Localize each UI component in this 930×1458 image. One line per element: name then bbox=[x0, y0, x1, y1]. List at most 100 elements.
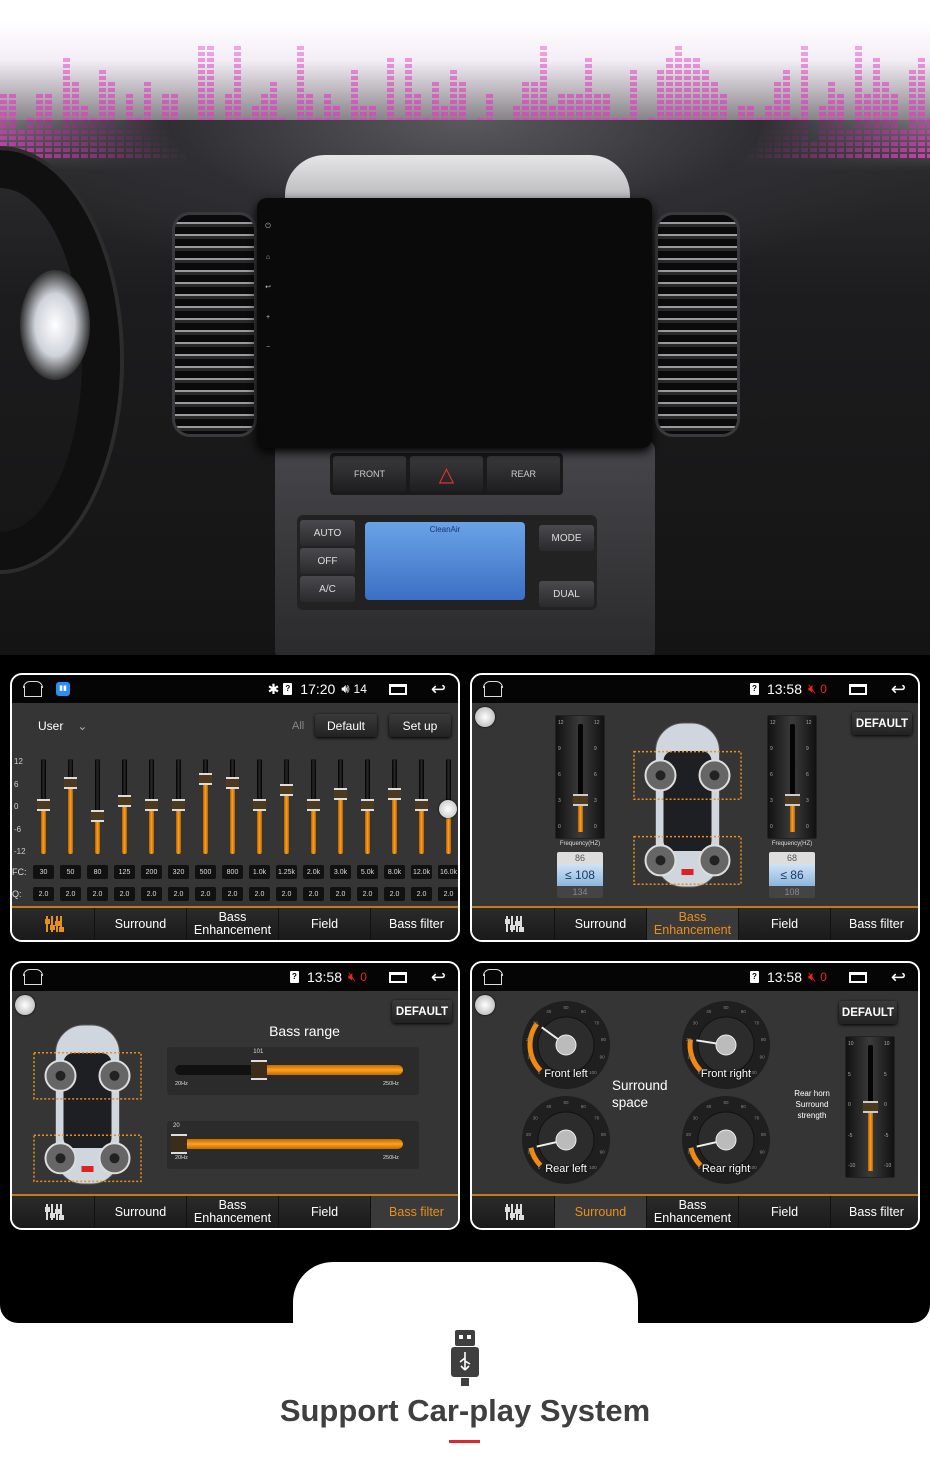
floating-assist-button[interactable] bbox=[475, 707, 495, 727]
tab-field[interactable]: Field bbox=[738, 1196, 830, 1228]
tab-bass-filter[interactable]: Bass filter bbox=[830, 1196, 918, 1228]
slider-handle[interactable] bbox=[171, 1134, 187, 1154]
eq-slider-3.0k[interactable] bbox=[334, 759, 347, 854]
slider-handle[interactable] bbox=[253, 799, 266, 811]
tab-equalizer[interactable] bbox=[12, 1196, 94, 1228]
home-icon[interactable] bbox=[483, 680, 503, 697]
slider-handle[interactable] bbox=[388, 787, 401, 800]
slider-handle[interactable] bbox=[226, 776, 239, 789]
banner-bar bbox=[450, 88, 457, 92]
slider-handle[interactable] bbox=[64, 776, 77, 789]
slider-handle[interactable] bbox=[280, 784, 293, 796]
slider-handle[interactable] bbox=[573, 793, 588, 806]
slider-handle[interactable] bbox=[863, 1101, 878, 1113]
eq-slider-50[interactable] bbox=[64, 759, 77, 854]
tab-equalizer[interactable] bbox=[12, 908, 94, 940]
slider-handle[interactable] bbox=[118, 795, 131, 808]
slider-handle[interactable] bbox=[334, 787, 347, 800]
eq-slider-80[interactable] bbox=[91, 759, 104, 854]
slider-handle[interactable] bbox=[361, 799, 374, 811]
tab-bass-enhancement[interactable]: Bass Enhancement bbox=[186, 1196, 278, 1228]
slider-knob[interactable] bbox=[439, 799, 457, 818]
default-button[interactable]: DEFAULT bbox=[392, 1000, 452, 1023]
banner-bar bbox=[783, 82, 790, 86]
next-value[interactable]: 108 bbox=[769, 886, 815, 898]
back-icon[interactable]: ↩ bbox=[431, 679, 446, 700]
recents-icon[interactable] bbox=[848, 971, 867, 983]
setup-button[interactable]: Set up bbox=[389, 714, 451, 737]
tab-equalizer[interactable] bbox=[472, 1196, 554, 1228]
recents-icon[interactable] bbox=[388, 971, 407, 983]
eq-slider-320[interactable] bbox=[172, 759, 185, 854]
recents-icon[interactable] bbox=[388, 683, 407, 695]
tab-bass-enhancement[interactable]: Bass Enhancement bbox=[646, 1196, 738, 1228]
tab-surround[interactable]: Surround bbox=[554, 1196, 646, 1228]
slider-handle[interactable] bbox=[199, 772, 212, 785]
prev-value[interactable]: 68 bbox=[769, 852, 815, 864]
eq-slider-200[interactable] bbox=[145, 759, 158, 854]
tab-field[interactable]: Field bbox=[738, 908, 830, 940]
selected-value[interactable]: ≤ 108 bbox=[557, 864, 603, 886]
floating-assist-button[interactable] bbox=[15, 995, 35, 1015]
recents-icon[interactable] bbox=[848, 683, 867, 695]
tab-surround[interactable]: Surround bbox=[94, 1196, 186, 1228]
left-frequency-picker[interactable]: 86 ≤ 108 134 bbox=[557, 852, 603, 898]
surround-strength-slider[interactable]: 10 10 5 5 0 0 -5 -5 -10 -10 bbox=[845, 1036, 895, 1178]
slider-handle[interactable] bbox=[145, 799, 158, 811]
banner-bar bbox=[855, 52, 862, 56]
slider-handle[interactable] bbox=[251, 1060, 268, 1080]
tab-bass-enhancement[interactable]: Bass Enhancement bbox=[646, 908, 738, 940]
banner-bar bbox=[801, 112, 808, 116]
home-icon[interactable] bbox=[23, 680, 43, 697]
eq-slider-800[interactable] bbox=[226, 759, 239, 854]
tab-bass-filter[interactable]: Bass filter bbox=[370, 1196, 458, 1228]
back-icon[interactable]: ↩ bbox=[891, 967, 906, 988]
slider-handle[interactable] bbox=[91, 810, 104, 823]
eq-slider-8.0k[interactable] bbox=[388, 759, 401, 854]
tab-bass-enhancement[interactable]: Bass Enhancement bbox=[186, 908, 278, 940]
default-button[interactable]: DEFAULT bbox=[852, 712, 912, 735]
slider-handle[interactable] bbox=[785, 793, 800, 806]
eq-slider-16.0k[interactable] bbox=[439, 759, 457, 854]
back-icon[interactable]: ↩ bbox=[431, 967, 446, 988]
floating-assist-button[interactable] bbox=[475, 995, 495, 1015]
banner-bar bbox=[801, 88, 808, 92]
eq-slider-1.25k[interactable] bbox=[280, 759, 293, 854]
banner-bar bbox=[360, 106, 367, 110]
tab-field[interactable]: Field bbox=[278, 1196, 370, 1228]
tab-equalizer[interactable] bbox=[472, 908, 554, 940]
home-icon[interactable] bbox=[483, 968, 503, 985]
next-value[interactable]: 134 bbox=[557, 886, 603, 898]
home-icon[interactable] bbox=[23, 968, 43, 985]
selected-value[interactable]: ≤ 86 bbox=[769, 864, 815, 886]
slider-handle[interactable] bbox=[37, 799, 50, 811]
right-frequency-picker[interactable]: 68 ≤ 86 108 bbox=[769, 852, 815, 898]
eq-slider-2.0k[interactable] bbox=[307, 759, 320, 854]
tab-surround[interactable]: Surround bbox=[554, 908, 646, 940]
bass-range-slider-rear[interactable]: 20 20Hz 250Hz bbox=[167, 1121, 419, 1169]
slider-handle[interactable] bbox=[307, 799, 320, 811]
preset-dropdown[interactable]: User ⌄ bbox=[38, 719, 87, 733]
tab-bass-filter[interactable]: Bass filter bbox=[370, 908, 458, 940]
default-button[interactable]: DEFAULT bbox=[839, 1001, 897, 1024]
slider-handle[interactable] bbox=[172, 799, 185, 811]
eq-slider-500[interactable] bbox=[199, 759, 212, 854]
eq-slider-125[interactable] bbox=[118, 759, 131, 854]
app-icon[interactable]: ▮▮ bbox=[56, 682, 70, 696]
eq-slider-1.0k[interactable] bbox=[253, 759, 266, 854]
tab-field[interactable]: Field bbox=[278, 908, 370, 940]
all-label[interactable]: All bbox=[292, 720, 304, 732]
back-icon[interactable]: ↩ bbox=[891, 679, 906, 700]
bass-range-slider-front[interactable]: 101 20Hz 250Hz bbox=[167, 1047, 419, 1095]
slider-track bbox=[171, 1134, 403, 1154]
eq-slider-30[interactable] bbox=[37, 759, 50, 854]
eq-slider-5.0k[interactable] bbox=[361, 759, 374, 854]
right-bass-slider[interactable]: 12 12 9 9 6 6 3 3 0 0 bbox=[767, 715, 817, 839]
eq-slider-12.0k[interactable] bbox=[415, 759, 428, 854]
tab-surround[interactable]: Surround bbox=[94, 908, 186, 940]
tab-bass-filter[interactable]: Bass filter bbox=[830, 908, 918, 940]
slider-handle[interactable] bbox=[415, 799, 428, 811]
default-button[interactable]: Default bbox=[315, 714, 377, 737]
prev-value[interactable]: 86 bbox=[557, 852, 603, 864]
left-bass-slider[interactable]: 12 12 9 9 6 6 3 3 0 0 bbox=[555, 715, 605, 839]
